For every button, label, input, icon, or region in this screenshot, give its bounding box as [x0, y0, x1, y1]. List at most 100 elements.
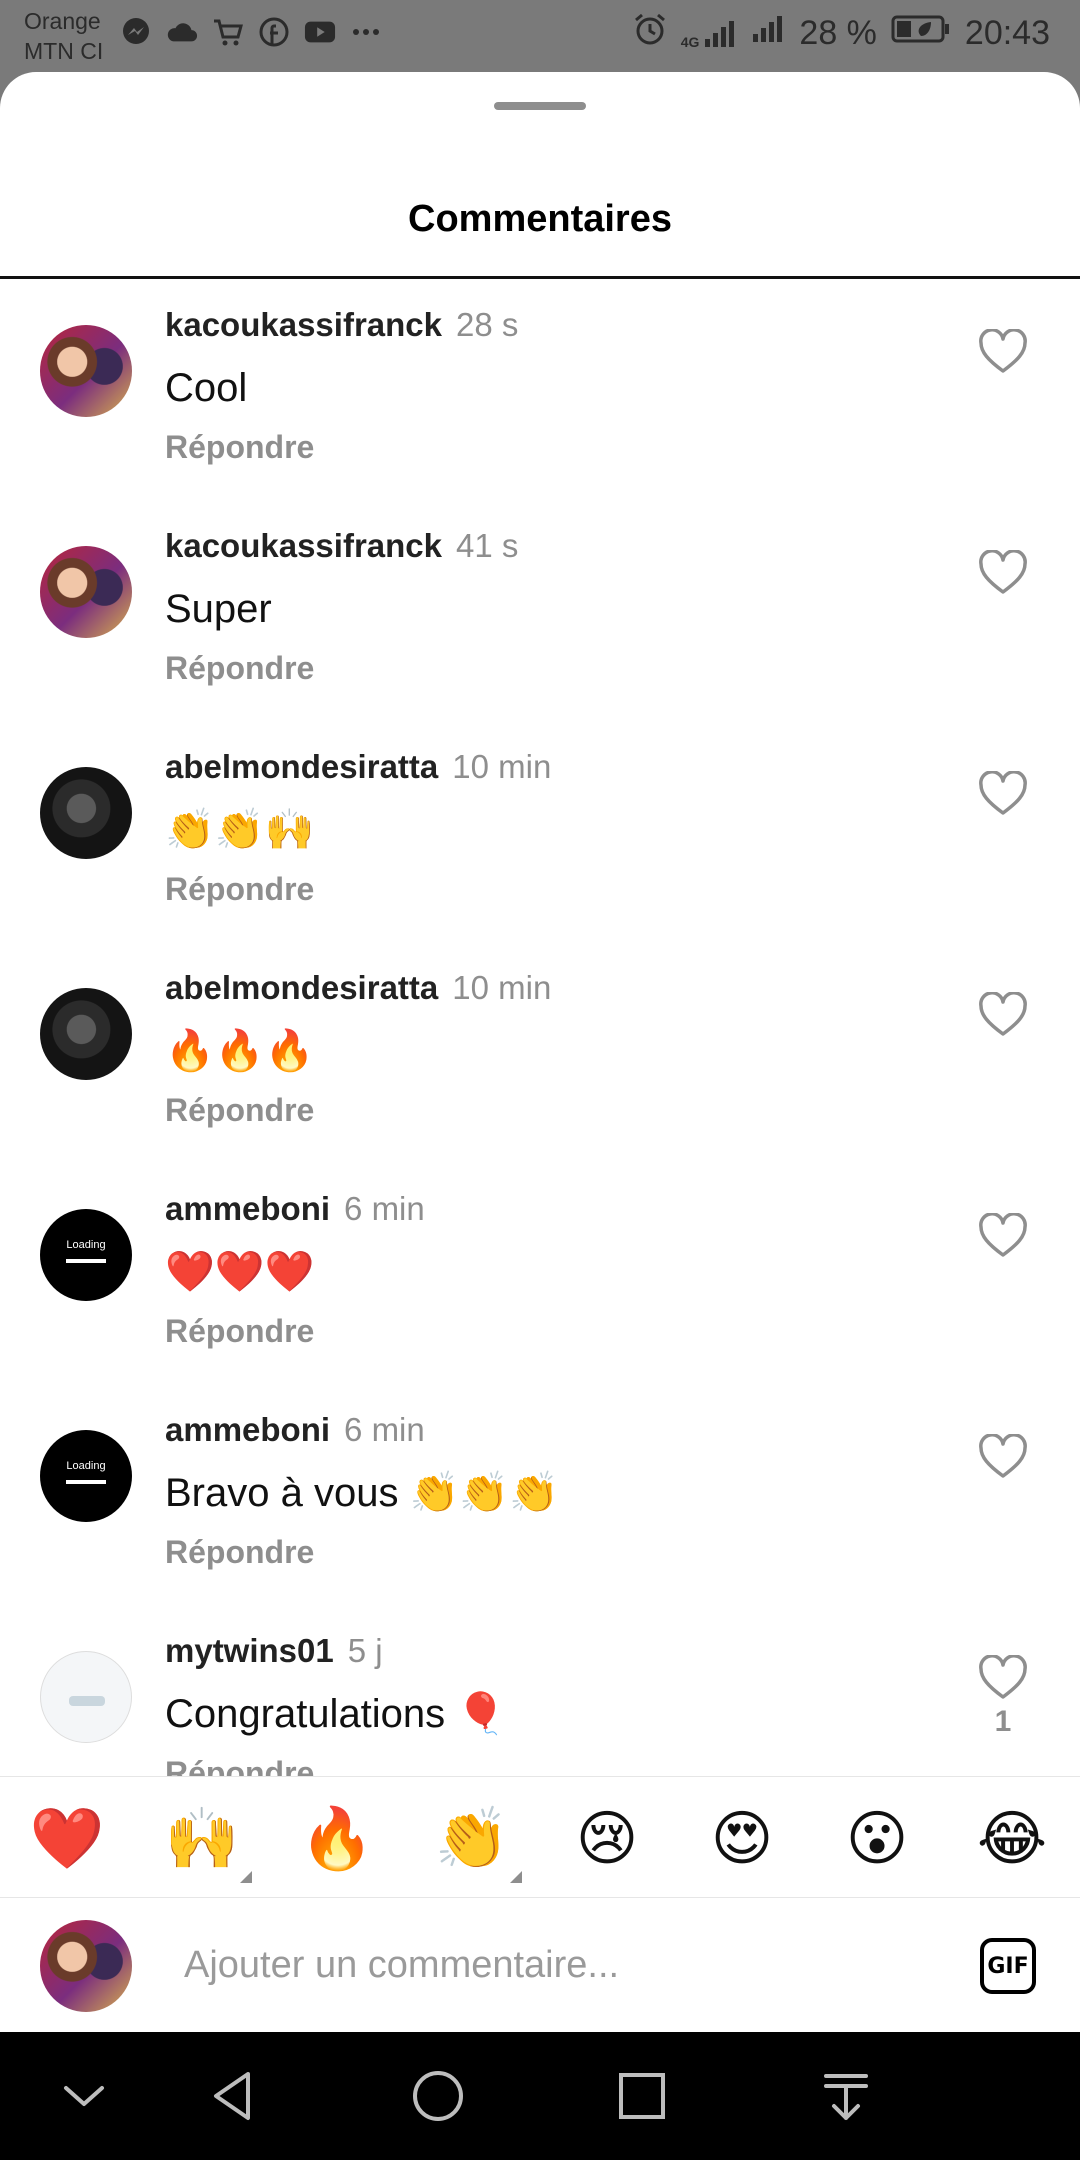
like-heart-icon[interactable] — [978, 992, 1028, 1038]
comment-time: 41 s — [456, 527, 519, 564]
avatar[interactable] — [40, 546, 132, 638]
avatar[interactable] — [40, 1651, 132, 1743]
like-heart-icon[interactable] — [978, 329, 1028, 375]
avatar[interactable] — [40, 325, 132, 417]
reaction-laughing[interactable]: 😂 — [972, 1799, 1052, 1879]
avatar[interactable] — [40, 767, 132, 859]
comment-username[interactable]: ammeboni — [165, 1411, 330, 1448]
reaction-clapping[interactable]: 👏 — [432, 1799, 522, 1883]
reply-button[interactable]: Répondre — [165, 871, 314, 908]
avatar-loading-bar — [66, 1259, 106, 1263]
comment-time: 28 s — [456, 306, 519, 343]
comments-sheet: Commentaires kacoukassifranck 28 s Cool R… — [0, 72, 1080, 2032]
reaction-heart-eyes[interactable]: 😍 — [702, 1799, 782, 1879]
avatar[interactable] — [40, 988, 132, 1080]
comment-text: Congratulations 🎈 — [165, 1692, 507, 1736]
like-count: 1 — [994, 1705, 1012, 1738]
comment-time: 6 min — [344, 1411, 425, 1448]
like-heart-icon[interactable] — [978, 771, 1028, 817]
comment-header: ammeboni 6 min — [165, 1189, 425, 1229]
quick-reactions-bar: ❤️ 🙌 🔥 👏 😢 😍 😮 😂 — [0, 1776, 1080, 1898]
recent-apps-icon[interactable] — [612, 2066, 672, 2126]
avatar-loading-bar — [66, 1480, 106, 1484]
comment-header: abelmondesiratta 10 min — [165, 968, 551, 1008]
reply-button[interactable]: Répondre — [165, 429, 314, 466]
hide-keyboard-chevron-icon[interactable] — [54, 2066, 114, 2126]
gif-button[interactable]: GIF — [980, 1938, 1036, 1994]
comment-time: 10 min — [452, 748, 552, 785]
comment-text: ❤️❤️❤️ — [165, 1250, 315, 1294]
comment-time: 10 min — [452, 969, 552, 1006]
like-heart-icon[interactable] — [978, 1213, 1028, 1259]
cloud-icon — [166, 16, 198, 48]
notification-icons — [120, 16, 382, 48]
like-heart-icon[interactable] — [978, 1655, 1028, 1701]
comment-time: 5 j — [347, 1632, 383, 1669]
carrier-line-1: Orange — [24, 8, 101, 34]
like-heart-icon[interactable] — [978, 1434, 1028, 1480]
variant-indicator-icon — [510, 1871, 522, 1883]
comment-text: Bravo à vous 👏👏👏 — [165, 1471, 559, 1515]
reaction-clapping-glyph: 👏 — [434, 1805, 510, 1872]
status-right: 4G 28 % 20:43 — [633, 12, 1050, 55]
comment-username[interactable]: ammeboni — [165, 1190, 330, 1227]
more-icon — [350, 16, 382, 48]
comment-username[interactable]: abelmondesiratta — [165, 748, 438, 785]
alarm-icon — [633, 12, 667, 55]
comment-input[interactable] — [184, 1940, 944, 1990]
comment-header: kacoukassifranck 28 s — [165, 305, 518, 345]
comment-username[interactable]: kacoukassifranck — [165, 527, 442, 564]
comment-header: ammeboni 6 min — [165, 1410, 425, 1450]
carrier-line-2: MTN CI — [24, 38, 104, 64]
comment-text: Super — [165, 587, 272, 631]
network-type-label: 4G — [680, 33, 700, 50]
comment-header: abelmondesiratta 10 min — [165, 747, 551, 787]
comment-time: 6 min — [344, 1190, 425, 1227]
avatar-loading-text: Loading — [66, 1239, 106, 1251]
reply-button[interactable]: Répondre — [165, 1534, 314, 1571]
reaction-surprised[interactable]: 😮 — [837, 1799, 917, 1879]
status-bar: Orange MTN CI 4G 28 % 20:43 — [0, 0, 1080, 72]
comment-username[interactable]: kacoukassifranck — [165, 306, 442, 343]
like-heart-icon[interactable] — [978, 550, 1028, 596]
comment-item: kacoukassifranck 28 s Cool Répondre — [0, 279, 1080, 500]
comment-item: abelmondesiratta 10 min 🔥🔥🔥 Répondre — [0, 942, 1080, 1163]
network-4g-icon: 4G — [681, 19, 738, 49]
avatar[interactable]: Loading — [40, 1430, 132, 1522]
comment-item: kacoukassifranck 41 s Super Répondre — [0, 500, 1080, 721]
current-user-avatar — [40, 1920, 132, 2012]
comment-text: 🔥🔥🔥 — [165, 1029, 315, 1073]
reaction-raised-hands[interactable]: 🙌 — [162, 1799, 252, 1883]
comment-username[interactable]: mytwins01 — [165, 1632, 334, 1669]
comment-composer: GIF — [0, 1898, 1080, 2032]
avatar-loading-text: Loading — [66, 1460, 106, 1472]
sheet-drag-handle[interactable] — [494, 102, 586, 110]
reaction-raised-hands-glyph: 🙌 — [164, 1805, 240, 1872]
comment-text: 👏👏🙌 — [165, 808, 315, 852]
battery-icon — [891, 14, 951, 53]
comment-username[interactable]: abelmondesiratta — [165, 969, 438, 1006]
cart-icon — [212, 16, 244, 48]
reaction-crying[interactable]: 😢 — [567, 1799, 647, 1879]
back-icon[interactable] — [204, 2066, 264, 2126]
comment-item: abelmondesiratta 10 min 👏👏🙌 Répondre — [0, 721, 1080, 942]
reaction-fire[interactable]: 🔥 — [297, 1799, 377, 1879]
carrier-name: Orange MTN CI — [24, 6, 103, 66]
reaction-heart[interactable]: ❤️ — [27, 1799, 107, 1879]
comment-list[interactable]: kacoukassifranck 28 s Cool Répondre kacou… — [0, 279, 1080, 1849]
avatar[interactable]: Loading — [40, 1209, 132, 1301]
clock: 20:43 — [964, 14, 1050, 52]
facebook-icon — [258, 16, 290, 48]
reply-button[interactable]: Répondre — [165, 650, 314, 687]
messenger-icon — [120, 16, 152, 48]
signal-icon — [751, 14, 785, 53]
notification-pull-down-icon[interactable] — [816, 2066, 876, 2126]
sheet-title: Commentaires — [408, 198, 672, 240]
reply-button[interactable]: Répondre — [165, 1092, 314, 1129]
comment-header: kacoukassifranck 41 s — [165, 526, 518, 566]
reply-button[interactable]: Répondre — [165, 1313, 314, 1350]
variant-indicator-icon — [240, 1871, 252, 1883]
home-icon[interactable] — [408, 2066, 468, 2126]
system-navigation-bar — [0, 2032, 1080, 2160]
battery-percent: 28 % — [799, 14, 877, 52]
